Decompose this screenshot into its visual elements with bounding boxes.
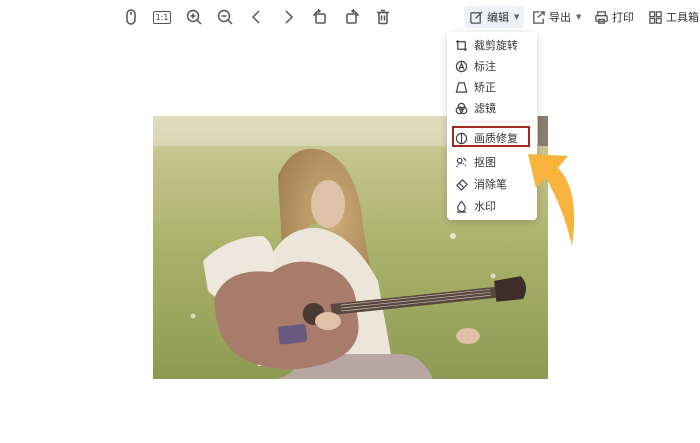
highlight-box: [452, 126, 530, 147]
next-icon[interactable]: [277, 6, 299, 28]
export-label: 导出: [549, 11, 571, 24]
menu-item-annotate[interactable]: 标注: [455, 56, 531, 76]
toolbar: 1:1 编辑 ▼ 导出 ▼ 打印 工具箱: [0, 0, 700, 34]
toolbox-icon: [649, 10, 662, 24]
menu-item-label: 裁剪旋转: [474, 39, 518, 52]
menu-item-cutout[interactable]: 抠图: [455, 152, 531, 172]
menu-item-filter[interactable]: 滤镜: [455, 98, 531, 118]
menu-item-correct[interactable]: 矫正: [455, 77, 531, 97]
rotate-left-icon[interactable]: [309, 6, 331, 28]
rotate-right-icon[interactable]: [341, 6, 363, 28]
menu-item-label: 矫正: [474, 81, 496, 94]
print-label: 打印: [612, 11, 634, 24]
menu-item-label: 抠图: [474, 156, 496, 169]
chevron-down-icon: ▼: [576, 13, 582, 21]
menu-divider: [455, 121, 529, 122]
menu-item-label: 标注: [474, 60, 496, 73]
print-button[interactable]: 打印: [594, 6, 634, 28]
delete-icon[interactable]: [372, 6, 394, 28]
mouse-icon[interactable]: [120, 6, 142, 28]
actual-size-icon: 1:1: [152, 10, 172, 24]
print-icon: [595, 10, 608, 24]
edit-icon: [470, 10, 483, 24]
eraser-icon: [456, 178, 468, 191]
annotate-icon: [455, 60, 468, 72]
zoom-in-icon[interactable]: [183, 6, 205, 28]
menu-item-label: 消除笔: [474, 178, 507, 191]
menu-item-eraser[interactable]: 消除笔: [455, 174, 531, 194]
menu-item-crop[interactable]: 裁剪旋转: [455, 35, 531, 55]
prev-icon[interactable]: [246, 6, 268, 28]
pointer-arrow-icon: [528, 154, 575, 246]
menu-item-label: 水印: [474, 200, 496, 213]
toolbox-label: 工具箱: [666, 11, 699, 24]
zoom-out-icon[interactable]: [214, 6, 236, 28]
crop-icon: [455, 39, 468, 51]
edit-label: 编辑: [487, 11, 509, 24]
watermark-icon: [456, 199, 467, 213]
export-button[interactable]: 导出 ▼: [531, 6, 581, 28]
menu-item-watermark[interactable]: 水印: [455, 196, 531, 216]
edit-button[interactable]: 编辑 ▼: [464, 6, 525, 28]
chevron-down-icon: ▼: [514, 13, 520, 21]
actual-size-button[interactable]: 1:1: [151, 6, 173, 28]
menu-item-label: 滤镜: [474, 102, 496, 115]
export-icon: [533, 10, 545, 24]
toolbox-button[interactable]: 工具箱: [648, 6, 699, 28]
cutout-icon: [456, 156, 467, 167]
filter-icon: [455, 102, 468, 114]
correct-icon: [455, 81, 468, 93]
